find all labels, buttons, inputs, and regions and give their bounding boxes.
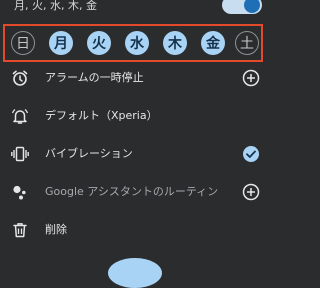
day-friday[interactable]: 金 [201, 31, 225, 55]
weekday-selector: 日 月 火 水 木 金 土 [3, 24, 263, 62]
day-tuesday[interactable]: 火 [87, 31, 111, 55]
day-saturday[interactable]: 土 [235, 31, 259, 55]
option-vibration[interactable]: バイブレーション [0, 139, 270, 169]
day-friday-label: 金 [206, 36, 220, 52]
day-monday[interactable]: 月 [49, 31, 73, 55]
day-monday-label: 月 [54, 36, 68, 52]
day-thursday-label: 木 [168, 36, 182, 52]
option-sound[interactable]: デフォルト（Xperia） [0, 101, 270, 131]
vibration-icon [10, 144, 30, 164]
option-google-assistant[interactable]: Google アシスタントのルーティン [0, 177, 270, 207]
day-sunday-label: 日 [16, 36, 30, 52]
option-label: アラームの一時停止 [45, 71, 144, 84]
option-delete[interactable]: 削除 [0, 215, 270, 245]
add-icon[interactable] [242, 183, 260, 201]
google-assistant-icon [10, 182, 30, 202]
day-sunday[interactable]: 日 [11, 31, 35, 55]
alarm-clock-icon [10, 68, 30, 88]
option-alarm-snooze[interactable]: アラームの一時停止 [0, 63, 270, 93]
option-label: デフォルト（Xperia） [45, 109, 158, 122]
repeat-days-summary: 月, 火, 水, 木, 金 [14, 0, 97, 12]
checkmark-icon[interactable] [242, 145, 260, 163]
day-tuesday-label: 火 [92, 36, 106, 52]
option-label: 削除 [45, 223, 67, 236]
floating-action-button[interactable] [108, 258, 162, 288]
option-label: バイブレーション [45, 147, 133, 160]
day-saturday-label: 土 [240, 36, 254, 52]
trash-icon [10, 220, 30, 240]
bell-icon [10, 106, 30, 126]
day-thursday[interactable]: 木 [163, 31, 187, 55]
add-icon[interactable] [242, 69, 260, 87]
day-wednesday-label: 水 [130, 36, 144, 52]
toggle-knob [244, 0, 260, 13]
alarm-toggle[interactable] [222, 0, 262, 14]
option-label: Google アシスタントのルーティン [45, 185, 219, 198]
day-wednesday[interactable]: 水 [125, 31, 149, 55]
